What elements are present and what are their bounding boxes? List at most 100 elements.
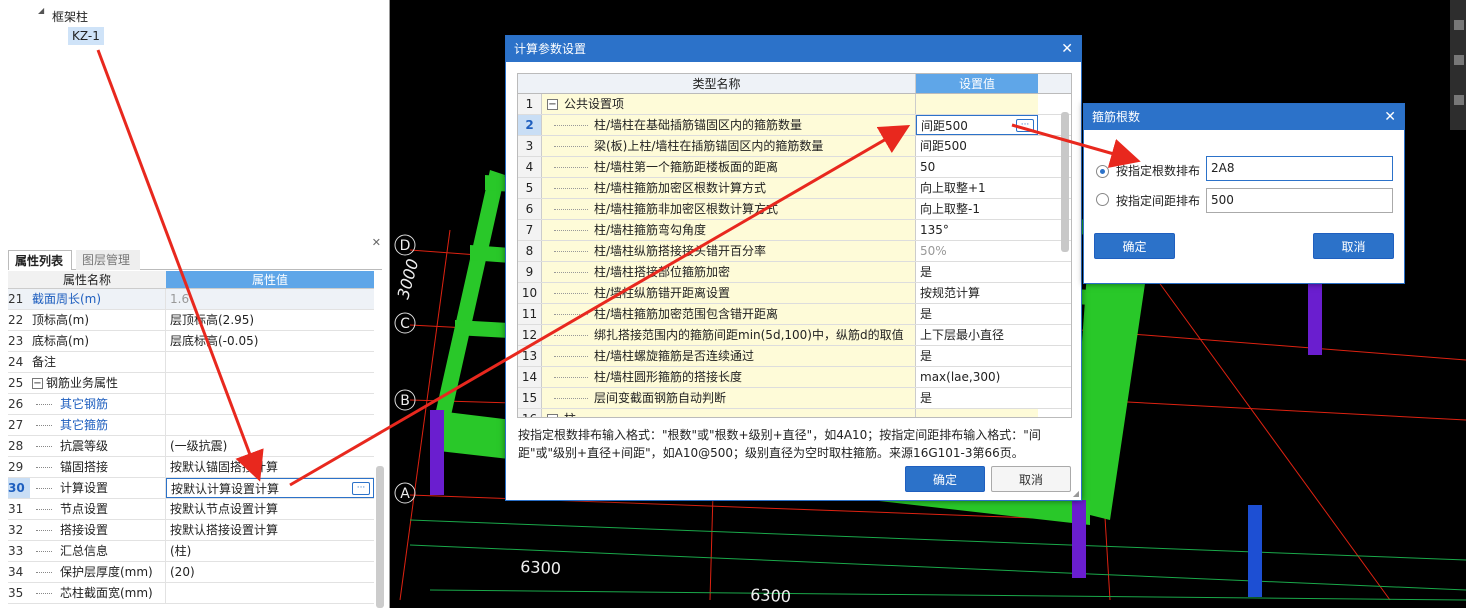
property-value[interactable]	[166, 373, 374, 393]
calc-row[interactable]: 15 层间变截面钢筋自动判断 是	[518, 388, 1071, 409]
property-row[interactable]: 32 搭接设置 按默认搭接设置计算	[8, 520, 374, 541]
calc-grid-scrollbar[interactable]	[1061, 112, 1069, 252]
resize-grip-icon[interactable]: ◢	[1073, 489, 1079, 498]
property-row[interactable]: 34 保护层厚度(mm) (20)	[8, 562, 374, 583]
calc-row[interactable]: 9 柱/墙柱搭接部位箍筋加密 是	[518, 262, 1071, 283]
calc-dialog-close-icon[interactable]: ✕	[1061, 36, 1073, 62]
radio-by-count-label[interactable]: 按指定根数排布	[1116, 162, 1200, 179]
properties-scrollbar[interactable]	[376, 466, 384, 608]
calc-row-value[interactable]: 向上取整+1	[916, 178, 1038, 198]
calc-cancel-button[interactable]: 取消	[991, 466, 1071, 492]
calc-row[interactable]: 1− 公共设置项	[518, 94, 1071, 115]
calc-row-value[interactable]: 是	[916, 304, 1038, 324]
calc-row-value[interactable]: 135°	[916, 220, 1038, 240]
calc-row-value[interactable]: 是	[916, 388, 1038, 408]
calc-row[interactable]: 7 柱/墙柱箍筋弯勾角度 135°	[518, 220, 1071, 241]
calc-row-value[interactable]: 50	[916, 157, 1038, 177]
collapse-icon[interactable]: −	[32, 378, 43, 389]
calc-row[interactable]: 4 柱/墙柱第一个箍筋距楼板面的距离 50	[518, 157, 1071, 178]
property-value-text: 按默认节点设置计算	[170, 502, 279, 516]
toolbar-button-2[interactable]	[1454, 55, 1464, 65]
property-row[interactable]: 23 底标高(m) 层底标高(-0.05)	[8, 331, 374, 352]
calc-row[interactable]: 12 绑扎搭接范围内的箍筋间距min(5d,100)中，纵筋d的取值 上下层最小直径	[518, 325, 1071, 346]
property-row[interactable]: 25− 钢筋业务属性	[8, 373, 374, 394]
stirrup-cancel-button[interactable]: 取消	[1313, 233, 1394, 259]
property-row[interactable]: 24 备注	[8, 352, 374, 373]
stirrup-dialog-titlebar[interactable]: 箍筋根数 ✕	[1084, 104, 1404, 130]
calc-row[interactable]: 3 梁(板)上柱/墙柱在插筋锚固区内的箍筋数量 间距500	[518, 136, 1071, 157]
property-row[interactable]: 27 其它箍筋	[8, 415, 374, 436]
property-row[interactable]: 35 芯柱截面宽(mm)	[8, 583, 374, 604]
calc-dialog-titlebar[interactable]: 计算参数设置 ✕	[506, 36, 1081, 62]
ellipsis-button[interactable]: ···	[1016, 119, 1034, 132]
calc-row-value[interactable]: 上下层最小直径	[916, 325, 1038, 345]
radio-by-spacing-label[interactable]: 按指定间距排布	[1116, 192, 1200, 209]
tab-layer-management[interactable]: 图层管理	[76, 250, 140, 270]
radio-by-spacing[interactable]	[1096, 193, 1109, 206]
tree-connector	[36, 404, 52, 405]
calc-row-value[interactable]: 50%	[916, 241, 1038, 261]
count-input[interactable]: 2A8	[1206, 156, 1393, 181]
stirrup-dialog-close-icon[interactable]: ✕	[1384, 104, 1396, 130]
property-row[interactable]: 21 截面周长(m) 1.6	[8, 289, 374, 310]
calc-row[interactable]: 8 柱/墙柱纵筋搭接接头错开百分率 50%	[518, 241, 1071, 262]
radio-by-count[interactable]	[1096, 165, 1109, 178]
tree-node-frame-column[interactable]: 框架柱	[52, 8, 88, 25]
calc-row-value[interactable]: max(lae,300)	[916, 367, 1038, 387]
panel-close-icon[interactable]: ✕	[372, 236, 381, 249]
stirrup-ok-button[interactable]: 确定	[1094, 233, 1175, 259]
ellipsis-button[interactable]: ···	[352, 482, 370, 495]
property-value[interactable]: 按默认节点设置计算	[166, 499, 374, 519]
property-value[interactable]: 按默认锚固搭接计算	[166, 457, 374, 477]
property-value[interactable]: 1.6	[166, 289, 374, 309]
calc-row[interactable]: 16−柱	[518, 409, 1071, 417]
calc-row-value[interactable]: 是	[916, 346, 1038, 366]
calc-row-value[interactable]	[916, 409, 1038, 417]
property-value[interactable]: 按默认计算设置计算 ···	[166, 478, 374, 498]
calc-row-value[interactable]: 按规范计算	[916, 283, 1038, 303]
tab-property-list[interactable]: 属性列表	[8, 250, 72, 270]
property-value[interactable]	[166, 583, 374, 603]
tree-connector	[554, 293, 588, 294]
calc-row[interactable]: 14 柱/墙柱圆形箍筋的搭接长度 max(lae,300)	[518, 367, 1071, 388]
calc-row[interactable]: 13 柱/墙柱螺旋箍筋是否连续通过 是	[518, 346, 1071, 367]
property-row[interactable]: 31 节点设置 按默认节点设置计算	[8, 499, 374, 520]
property-value[interactable]: 层底标高(-0.05)	[166, 331, 374, 351]
calc-row[interactable]: 6 柱/墙柱箍筋非加密区根数计算方式 向上取整-1	[518, 199, 1071, 220]
property-row[interactable]: 28 抗震等级 (一级抗震)	[8, 436, 374, 457]
toolbar-button-1[interactable]	[1454, 20, 1464, 30]
calc-row-value-text: 上下层最小直径	[920, 328, 1005, 342]
tree-collapse-icon[interactable]: ◢	[38, 6, 44, 15]
collapse-icon[interactable]: −	[547, 414, 558, 417]
calc-row-name-text: 柱/墙柱螺旋箍筋是否连续通过	[594, 349, 755, 363]
property-value-text: (柱)	[170, 544, 192, 558]
property-row[interactable]: 33 汇总信息 (柱)	[8, 541, 374, 562]
calc-row-value[interactable]: 向上取整-1	[916, 199, 1038, 219]
property-value[interactable]: 按默认搭接设置计算	[166, 520, 374, 540]
property-row[interactable]: 22 顶标高(m) 层顶标高(2.95)	[8, 310, 374, 331]
property-row[interactable]: 30 计算设置 按默认计算设置计算 ···	[8, 478, 374, 499]
property-value[interactable]	[166, 352, 374, 372]
calc-row-value[interactable]	[916, 94, 1038, 114]
calc-row-value[interactable]: 是	[916, 262, 1038, 282]
property-value[interactable]	[166, 394, 374, 414]
toolbar-button-3[interactable]	[1454, 95, 1464, 105]
dim-3000: 3000	[394, 257, 423, 301]
tree-node-kz1[interactable]: KZ-1	[68, 27, 104, 45]
calc-row-value[interactable]: 间距500	[916, 136, 1038, 156]
spacing-input[interactable]: 500	[1206, 188, 1393, 213]
calc-row[interactable]: 2 柱/墙柱在基础插筋锚固区内的箍筋数量 间距500 ···	[518, 115, 1071, 136]
calc-row[interactable]: 10 柱/墙柱纵筋错开距离设置 按规范计算	[518, 283, 1071, 304]
property-value[interactable]: (20)	[166, 562, 374, 582]
property-row[interactable]: 26 其它钢筋	[8, 394, 374, 415]
calc-ok-button[interactable]: 确定	[905, 466, 985, 492]
property-value[interactable]	[166, 415, 374, 435]
calc-row[interactable]: 11 柱/墙柱箍筋加密范围包含错开距离 是	[518, 304, 1071, 325]
property-row[interactable]: 29 锚固搭接 按默认锚固搭接计算	[8, 457, 374, 478]
collapse-icon[interactable]: −	[547, 99, 558, 110]
property-value[interactable]: 层顶标高(2.95)	[166, 310, 374, 330]
calc-row[interactable]: 5 柱/墙柱箍筋加密区根数计算方式 向上取整+1	[518, 178, 1071, 199]
calc-row-value[interactable]: 间距500 ···	[916, 115, 1038, 135]
property-value[interactable]: (一级抗震)	[166, 436, 374, 456]
property-value[interactable]: (柱)	[166, 541, 374, 561]
